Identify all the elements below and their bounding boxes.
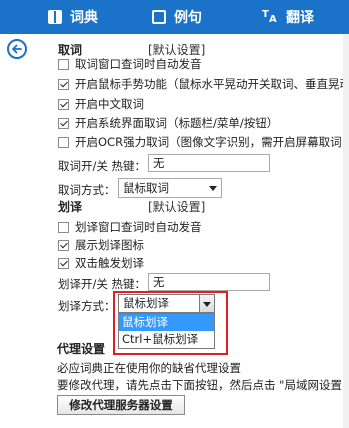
sentence-icon [152,10,166,24]
translate-icon: T A [262,9,278,25]
modify-proxy-button[interactable]: 修改代理服务器设置 [57,395,185,415]
checkbox[interactable] [58,257,69,269]
dropdown-option-ctrl-mouse[interactable]: Ctrl+鼠标划译 [119,331,214,348]
option-label: 开启鼠标手势功能（鼠标水平晃动开关取词、垂直晃动 [75,77,349,91]
option-label: 开启系统界面取词（标题栏/菜单/按钮） [75,116,279,130]
quci-mode-label: 取词方式： [58,183,116,197]
nav-tab-translate-label: 翻译 [286,10,314,26]
quci-mode-value: 鼠标取词 [123,181,169,195]
nav-tab-sentences-label: 例句 [174,10,202,26]
back-button[interactable] [7,39,27,59]
huayi-option-double-click[interactable]: 双击触发划译 [58,255,144,271]
option-label: 展示划译图标 [75,238,144,252]
option-label: 取词窗口查词时自动发音 [75,57,202,71]
proxy-instruction-text: 要修改代理，请先点击下面按钮，然后点击 "局域网设置" [57,378,348,392]
proxy-section-header: 代理设置 [57,342,106,356]
huayi-hotkey-input[interactable]: 无 [148,273,270,291]
quci-option-ocr[interactable]: 开启OCR强力取词（图像文字识别，需开启屏幕取词 [58,134,342,150]
scrollbar[interactable] [343,34,349,428]
quci-hotkey-input[interactable]: 无 [148,154,270,172]
option-label: 开启中文取词 [75,97,144,111]
huayi-option-show-icon[interactable]: 展示划译图标 [58,237,144,253]
option-label: 双击触发划译 [75,256,144,270]
checkbox[interactable] [58,98,69,110]
option-label: 开启OCR强力取词（图像文字识别，需开启屏幕取词 [75,135,342,149]
huayi-option-auto-pronounce[interactable]: 划译窗口查词时自动发音 [58,219,202,235]
nav-tab-sentences[interactable]: 例句 [152,0,202,34]
checkbox[interactable] [58,58,69,70]
quci-option-mouse-gesture[interactable]: 开启鼠标手势功能（鼠标水平晃动开关取词、垂直晃动 [58,76,349,92]
nav-tab-dictionary-label: 词典 [70,10,98,26]
chevron-down-icon [209,186,217,191]
checkbox[interactable] [58,78,69,90]
checkbox[interactable] [58,117,69,129]
checkbox[interactable] [58,136,69,148]
quci-option-system-ui[interactable]: 开启系统界面取词（标题栏/菜单/按钮） [58,115,278,131]
quci-mode-select[interactable]: 鼠标取词 [118,178,222,198]
huayi-mode-label: 划译方式： [58,299,116,313]
quci-option-chinese[interactable]: 开启中文取词 [58,96,144,112]
arrow-left-icon [12,44,22,54]
huayi-default-tag: [默认设置] [148,200,206,214]
dropdown-option-mouse[interactable]: 鼠标划译 [119,314,214,331]
quci-hotkey-label: 取词开/关 热键： [58,159,147,173]
huayi-mode-value: 鼠标划译 [123,296,169,310]
nav-tab-dictionary[interactable]: 词典 [48,0,98,34]
book-icon [48,10,62,24]
quci-option-auto-pronounce[interactable]: 取词窗口查词时自动发音 [58,56,202,72]
checkbox[interactable] [58,239,69,251]
option-label: 划译窗口查词时自动发音 [75,220,202,234]
chevron-down-icon[interactable] [199,294,215,313]
nav-tab-translate[interactable]: T A 翻译 [262,0,314,34]
huayi-section-header: 划译 [58,200,83,214]
checkbox[interactable] [58,221,69,233]
huayi-mode-dropdown-list: 鼠标划译 Ctrl+鼠标划译 [118,313,215,349]
translate-icon-glyph-t: T [262,9,269,20]
huayi-hotkey-label: 划译开/关 热键： [58,277,147,291]
translate-icon-glyph-a: A [269,14,277,25]
proxy-status-text: 必应词典正在使用你的缺省代理设置 [57,361,241,375]
top-nav-bar: 词典 例句 T A 翻译 [0,0,349,34]
